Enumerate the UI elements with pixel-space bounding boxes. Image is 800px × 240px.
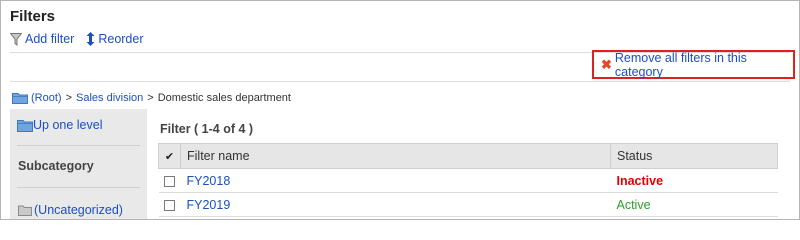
updown-arrow-icon — [86, 32, 95, 46]
row-checkbox[interactable] — [164, 199, 175, 211]
add-filter-link[interactable]: Add filter — [10, 32, 74, 46]
breadcrumb-separator: > — [65, 92, 72, 104]
filter-name-link[interactable]: FY2018 — [187, 174, 231, 188]
filter-table: ✔ Filter name Status FY2018 Inactive FY2… — [158, 143, 778, 217]
filters-panel: Filters Add filter Reorder ✖ Remove all … — [0, 0, 800, 220]
red-x-icon: ✖ — [601, 56, 612, 72]
filter-name-cell: FY2019 — [180, 192, 611, 217]
table-row: FY2018 Inactive — [158, 168, 778, 193]
filter-name-header: Filter name — [180, 143, 611, 169]
breadcrumb-root[interactable]: (Root) — [31, 92, 62, 104]
status-active: Active — [616, 197, 651, 212]
status-inactive: Inactive — [616, 173, 664, 188]
status-cell: Inactive — [610, 168, 778, 193]
funnel-icon — [10, 32, 22, 46]
uncategorized-link[interactable]: (Uncategorized) — [18, 203, 123, 217]
divider — [10, 81, 790, 82]
folder-up-icon — [17, 119, 33, 132]
reorder-link[interactable]: Reorder — [86, 32, 144, 46]
row-checkbox-cell — [158, 192, 181, 217]
status-cell: Active — [610, 192, 778, 217]
breadcrumb: (Root) > Sales division > Domestic sales… — [12, 92, 291, 104]
up-one-level-link[interactable]: Up one level — [17, 118, 103, 132]
filter-count: Filter ( 1-4 of 4 ) — [160, 122, 254, 136]
filter-name-cell: FY2018 — [180, 168, 611, 193]
table-row: FY2019 Active — [158, 192, 778, 217]
status-header: Status — [610, 143, 778, 169]
remove-all-highlight: ✖ Remove all filters in this category — [592, 50, 795, 79]
uncategorized-label: (Uncategorized) — [34, 203, 123, 217]
add-filter-label: Add filter — [25, 32, 75, 46]
breadcrumb-separator: > — [147, 92, 154, 104]
page-title: Filters — [10, 8, 56, 25]
filter-name-link[interactable]: FY2019 — [187, 198, 231, 212]
select-all-header[interactable]: ✔ — [158, 143, 181, 169]
divider — [17, 145, 140, 146]
divider — [17, 187, 140, 188]
breadcrumb-current: Domestic sales department — [157, 92, 291, 104]
reorder-label: Reorder — [98, 32, 144, 46]
row-checkbox[interactable] — [164, 175, 175, 187]
remove-all-label: Remove all filters in this category — [614, 50, 747, 79]
folder-icon — [18, 205, 32, 216]
check-all-icon: ✔ — [164, 151, 175, 163]
table-header-row: ✔ Filter name Status — [158, 143, 778, 169]
remove-all-filters-link[interactable]: ✖ Remove all filters in this category — [601, 51, 793, 79]
folder-icon — [12, 93, 28, 104]
up-one-level-label: Up one level — [33, 118, 103, 132]
category-sidebar: Up one level Subcategory (Uncategorized) — [10, 109, 147, 219]
breadcrumb-sales-division[interactable]: Sales division — [76, 92, 143, 104]
toolbar: Add filter Reorder — [10, 32, 156, 46]
row-checkbox-cell — [158, 168, 181, 193]
subcategory-heading: Subcategory — [18, 159, 94, 173]
